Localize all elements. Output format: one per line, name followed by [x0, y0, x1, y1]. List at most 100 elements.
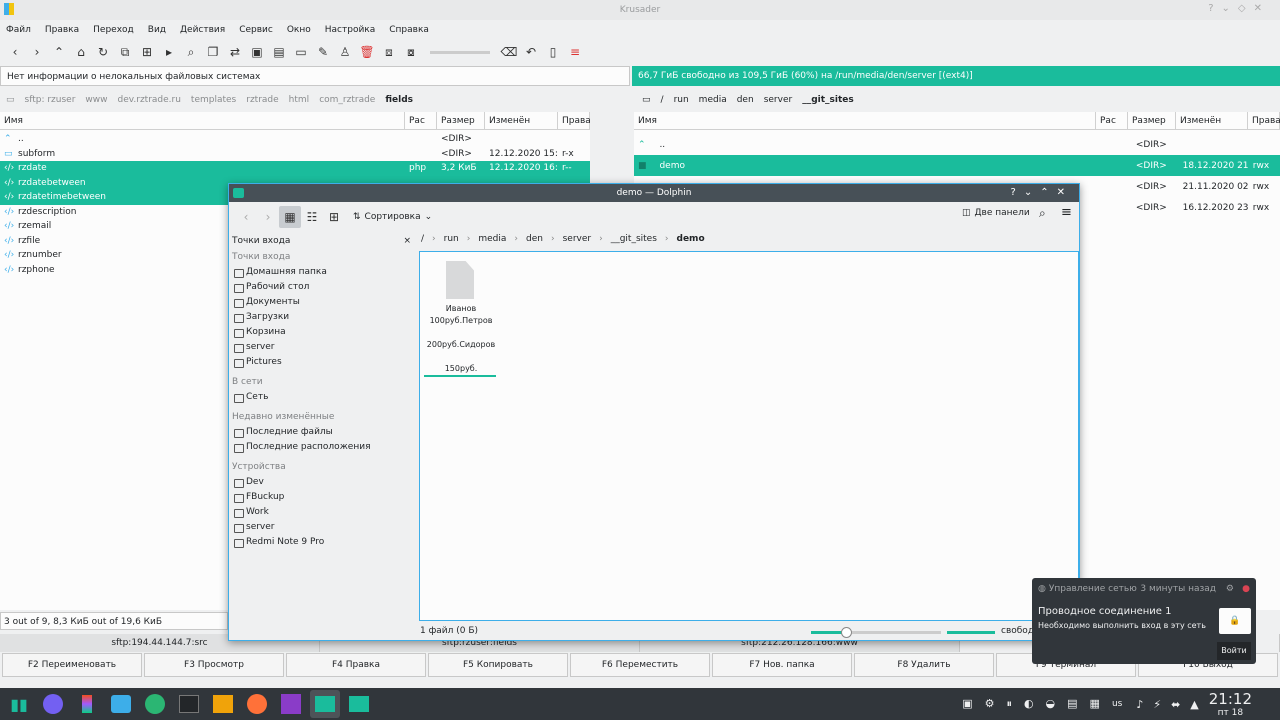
crumb[interactable]: __git_sites — [802, 95, 854, 105]
search-icon[interactable]: ⌕ — [180, 41, 202, 63]
col-name[interactable]: Имя — [0, 112, 405, 129]
forward-icon[interactable]: › — [257, 206, 279, 228]
clock[interactable]: 21:12 пт 18 — [1209, 690, 1252, 718]
crumb[interactable]: media — [478, 234, 506, 244]
crumb[interactable]: fields — [385, 95, 413, 105]
places-item[interactable]: FBuckup — [229, 490, 417, 505]
dolphin-file-view[interactable]: Иванов 100руб.Петров 200руб.Сидоров 150руб. — [419, 251, 1079, 621]
dolphin-window-controls[interactable]: ?⌄⌃✕ — [1011, 184, 1073, 202]
back-icon[interactable]: ‹ — [235, 206, 257, 228]
places-item[interactable]: Pictures — [229, 355, 417, 370]
crumb[interactable]: media — [699, 95, 727, 105]
dolphin-titlebar[interactable]: demo — Dolphin ?⌄⌃✕ — [229, 184, 1079, 202]
menu-item[interactable]: Настройка — [325, 25, 376, 35]
fkey-button[interactable]: F5 Копировать — [428, 653, 568, 677]
col-perm[interactable]: Права — [558, 112, 591, 129]
forward-icon[interactable]: › — [26, 41, 48, 63]
crumb[interactable]: demo — [677, 234, 705, 244]
menu-item[interactable]: Окно — [287, 25, 311, 35]
file-row[interactable]: ‹/›rzdate php 3,2 КиБ 12.12.2020 16:23 r-- — [0, 161, 590, 176]
crumb[interactable]: templates — [191, 95, 236, 105]
krita-icon[interactable] — [140, 690, 170, 718]
crumb[interactable]: html — [289, 95, 310, 105]
menu-icon[interactable]: ≡ — [1061, 205, 1072, 220]
places-item[interactable]: Последние расположения — [229, 440, 417, 455]
terminal-icon[interactable]: ▭ — [290, 41, 312, 63]
places-item[interactable]: server — [229, 340, 417, 355]
menu-item[interactable]: Вид — [148, 25, 166, 35]
left-breadcrumb[interactable]: ▭ sftp: rzuser www dev.rztrade.ru templates r… — [0, 90, 630, 110]
pack-icon[interactable]: ▣ — [246, 41, 268, 63]
up-icon[interactable]: ⌃ — [48, 41, 70, 63]
crumb[interactable]: com_rztrade — [319, 95, 375, 105]
bookmark-icon[interactable]: ▯ — [542, 41, 564, 63]
window-controls[interactable]: ?⌄◇✕ — [1208, 3, 1270, 14]
app-launcher-icon[interactable]: ▮▮ — [4, 690, 34, 718]
undo-icon[interactable]: ↶ — [520, 41, 542, 63]
crumb[interactable]: den — [526, 234, 543, 244]
fkey-button[interactable]: F4 Правка — [286, 653, 426, 677]
user-icon[interactable]: ♙ — [334, 41, 356, 63]
combine-icon[interactable]: ⧇ — [400, 41, 422, 63]
krusader-task-icon[interactable] — [310, 690, 340, 718]
crumb[interactable]: rztrade — [246, 95, 278, 105]
crumb[interactable]: den — [737, 95, 754, 105]
toolbar-slider[interactable] — [430, 50, 490, 54]
dolphin-breadcrumb[interactable]: / › run › media › den › server › __git_sites › demo — [421, 234, 713, 244]
settings-icon[interactable]: ⚙ — [1226, 584, 1234, 594]
col-modified[interactable]: Изменён — [485, 112, 558, 129]
col-perm[interactable]: Права — [1248, 112, 1280, 129]
places-item[interactable]: Последние файлы — [229, 425, 417, 440]
home-icon[interactable]: ⌂ — [70, 41, 92, 63]
icons-view-icon[interactable]: ▦ — [279, 206, 301, 228]
compact-view-icon[interactable]: ☷ — [301, 206, 323, 228]
menu-item[interactable]: Переход — [93, 25, 134, 35]
menu-item[interactable]: Справка — [389, 25, 429, 35]
places-item[interactable]: Документы — [229, 295, 417, 310]
places-item[interactable]: server — [229, 520, 417, 535]
places-item[interactable]: Рабочий стол — [229, 280, 417, 295]
crumb[interactable]: run — [674, 95, 689, 105]
places-item[interactable]: Загрузки — [229, 310, 417, 325]
dolphin-task-icon[interactable] — [344, 690, 374, 718]
places-item[interactable]: Dev — [229, 475, 417, 490]
login-button[interactable]: Войти — [1217, 642, 1251, 660]
sync-icon[interactable]: ⇄ — [224, 41, 246, 63]
fkey-button[interactable]: F6 Переместить — [570, 653, 710, 677]
keyboard-layout[interactable]: us — [1112, 699, 1122, 709]
crumb[interactable]: server — [563, 234, 592, 244]
col-size[interactable]: Размер — [437, 112, 485, 129]
refresh-icon[interactable]: ↻ — [92, 41, 114, 63]
fkey-button[interactable]: F2 Переименовать — [2, 653, 142, 677]
crumb[interactable]: sftp: rzuser — [25, 95, 76, 105]
crumb[interactable]: __git_sites — [611, 234, 657, 244]
fkey-button[interactable]: F8 Удалить — [854, 653, 994, 677]
crumb[interactable]: www — [85, 95, 107, 105]
zoom-slider[interactable] — [811, 627, 941, 638]
run-icon[interactable]: ▸ — [158, 41, 180, 63]
mark-icon[interactable]: ≡ — [564, 41, 586, 63]
figma-icon[interactable] — [72, 690, 102, 718]
file-row[interactable]: ▭ subform <DIR> 12.12.2020 15:18 r-x — [0, 147, 590, 162]
places-item[interactable]: Корзина — [229, 325, 417, 340]
folder-row[interactable]: ■ demo <DIR> 18.12.2020 21:12rwx — [634, 155, 1280, 176]
menu-item[interactable]: Файл — [6, 25, 31, 35]
places-item[interactable]: Work — [229, 505, 417, 520]
crumb[interactable]: run — [444, 234, 459, 244]
search-icon[interactable]: ⌕ — [1039, 206, 1046, 221]
dual-panel-button[interactable]: ◫ Две панели — [962, 208, 1030, 218]
firefox-icon[interactable] — [242, 690, 272, 718]
close-icon[interactable]: ● — [1242, 584, 1250, 594]
crumb[interactable]: / — [421, 234, 424, 244]
system-tray[interactable]: ▣⚙⏸◐◒▤▦ — [962, 697, 1112, 711]
trash-icon[interactable]: 🗑 — [356, 41, 378, 63]
clear-icon[interactable]: ⌫ — [498, 41, 520, 63]
col-name[interactable]: Имя — [634, 112, 1096, 129]
terminal-icon[interactable] — [174, 690, 204, 718]
places-item[interactable]: Домашняя папка — [229, 265, 417, 280]
menu-item[interactable]: Сервис — [239, 25, 273, 35]
crumb[interactable]: server — [764, 95, 793, 105]
fkey-button[interactable]: F7 Нов. папка — [712, 653, 852, 677]
crumb[interactable]: dev.rztrade.ru — [118, 95, 181, 105]
files-icon[interactable] — [208, 690, 238, 718]
